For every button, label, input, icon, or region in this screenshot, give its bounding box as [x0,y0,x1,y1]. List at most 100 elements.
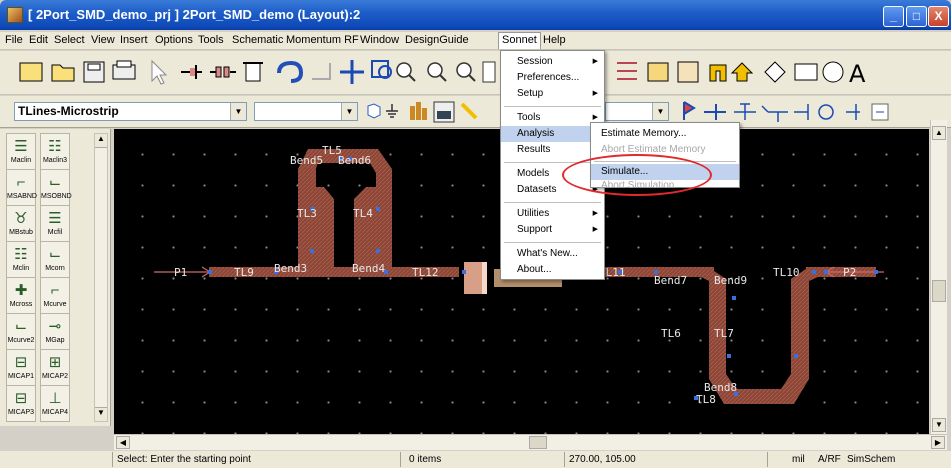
grid-icon[interactable] [482,61,496,83]
scroll-left-icon[interactable]: ◀ [116,436,130,449]
menu-help[interactable]: Help [543,34,566,46]
component-icon[interactable] [677,61,699,83]
cross-icon[interactable] [761,105,788,122]
zoom-area-icon[interactable] [371,60,392,79]
menu-item-setup[interactable]: Setup ▶ [501,86,604,102]
undo-icon[interactable] [277,60,304,83]
library-combo[interactable]: TLines-Microstrip ▼ [14,102,247,121]
menu-item-support[interactable]: Support ▶ [501,222,604,238]
palette-item-maclin[interactable]: ☰ Maclin [6,133,36,170]
menu-file[interactable]: File [5,34,23,46]
menu-momentum-rf[interactable]: Momentum RF [286,34,359,46]
menu-insert[interactable]: Insert [120,34,148,46]
menu-item-about[interactable]: About... [501,262,604,278]
palette-item-msabnd[interactable]: ⌐ MSABND [6,169,37,206]
simulate-icon[interactable] [433,101,455,123]
rectangle-icon[interactable] [794,63,818,81]
stub-icon[interactable] [794,104,809,120]
chevron-down-icon[interactable]: ▼ [230,103,246,120]
palette-item-mcfil[interactable]: ☰ Mcfil [40,205,70,242]
step-icon[interactable] [709,64,727,82]
component-combo[interactable]: ▼ [254,102,358,121]
palette-item-mgap[interactable]: ⊸ MGap [40,313,70,350]
menu-item-estimate-memory[interactable]: Estimate Memory... [591,126,739,142]
menu-item-preferences[interactable]: Preferences... [501,70,604,86]
menu-sonnet[interactable]: Sonnet [498,32,541,49]
zoom-point-icon[interactable] [427,62,447,82]
text-icon[interactable]: A [849,60,866,88]
menu-item-session[interactable]: Session ▶ [501,54,604,70]
scroll-down-icon[interactable]: ▼ [95,407,107,421]
insert-ground-icon[interactable] [210,66,236,78]
wire-icon[interactable] [704,104,726,120]
menu-options[interactable]: Options [155,34,193,46]
scroll-up-icon[interactable]: ▲ [932,126,946,140]
horizontal-scroll-thumb[interactable] [529,436,547,449]
new-icon[interactable] [19,62,43,82]
polygon-icon[interactable] [367,103,381,119]
save-icon[interactable] [83,61,105,83]
pencil-icon[interactable] [460,102,478,120]
vertical-scroll-thumb[interactable] [932,280,946,302]
palette-item-mbstub[interactable]: ♉ MBstub [6,205,36,242]
snap-icon[interactable] [871,103,889,121]
canvas-horizontal-scrollbar[interactable]: ◀ ▶ [114,434,947,450]
palette-item-micap3[interactable]: ⊟ MICAP3 [6,385,36,422]
chevron-down-icon[interactable]: ▼ [341,103,357,120]
menu-tools[interactable]: Tools [198,34,224,46]
circle-icon[interactable] [822,61,844,83]
palette-item-maclin3[interactable]: ☷ Maclin3 [40,133,70,170]
palette-scrollbar[interactable]: ▲ ▼ [94,133,108,422]
scroll-up-icon[interactable]: ▲ [95,134,107,148]
palette-item-mcross[interactable]: ✚ Mcross [6,277,36,314]
scroll-right-icon[interactable]: ▶ [931,436,945,449]
pin-icon[interactable] [683,101,696,120]
menu-designguide[interactable]: DesignGuide [405,34,469,46]
palette-item-micap1[interactable]: ⊟ MICAP1 [6,349,36,386]
select-arrow-icon[interactable] [151,59,168,85]
menu-item-analysis[interactable]: Analysis▶ [501,126,604,142]
chart-icon[interactable] [410,102,427,120]
diamond-icon[interactable] [764,61,786,83]
menu-window[interactable]: Window [360,34,399,46]
insert-port-icon[interactable] [181,65,202,79]
chevron-down-icon[interactable]: ▼ [652,103,668,120]
menu-item-results[interactable]: Results▶ [501,142,604,158]
palette-item-mcurve[interactable]: ⌐ Mcurve [40,277,70,314]
palette-item-mcorn[interactable]: ⌙ Mcorn [40,241,70,278]
rotate-icon[interactable] [818,104,834,120]
palette-item-mclin[interactable]: ☷ Mclin [6,241,36,278]
menu-item-utilities[interactable]: Utilities ▶ [501,206,604,222]
zoom-in-icon[interactable] [396,62,416,82]
menu-schematic[interactable]: Schematic [232,34,283,46]
zoom-out-icon[interactable] [456,62,476,82]
label-tl9: TL9 [234,266,254,279]
redo-icon[interactable] [312,63,331,80]
close-button[interactable]: X [928,6,949,27]
tee-icon[interactable] [734,103,756,120]
ground-icon[interactable] [386,104,398,118]
via-icon[interactable] [846,104,860,120]
menu-select[interactable]: Select [54,34,85,46]
move-icon[interactable] [340,60,364,84]
align-icon[interactable] [617,62,637,80]
scroll-down-icon[interactable]: ▼ [932,418,946,432]
delete-icon[interactable] [243,62,263,82]
arrow-up-icon[interactable] [730,62,754,82]
minimize-button[interactable]: _ [883,6,904,27]
palette-item-micap4[interactable]: ⊥ MICAP4 [40,385,70,422]
canvas-vertical-scrollbar[interactable]: ▲ ▼ [930,120,947,434]
palette-item-msobnd[interactable]: ⌙ MSOBND [40,169,72,206]
menu-edit[interactable]: Edit [29,34,48,46]
palette-item-mcurve2[interactable]: ⌙ Mcurve2 [6,313,36,350]
maximize-button[interactable]: □ [906,6,927,27]
bus-icon[interactable] [647,62,669,82]
open-icon[interactable] [51,64,75,82]
palette-item-micap2[interactable]: ⊞ MICAP2 [40,349,70,386]
menu-view[interactable]: View [91,34,115,46]
menu-item-whats-new[interactable]: What's New... [501,246,604,262]
menu-item-tools[interactable]: Tools ▶ [501,110,604,126]
app-icon[interactable] [7,7,23,23]
print-icon[interactable] [112,60,136,80]
layer-combo[interactable]: ▼ [605,102,669,121]
